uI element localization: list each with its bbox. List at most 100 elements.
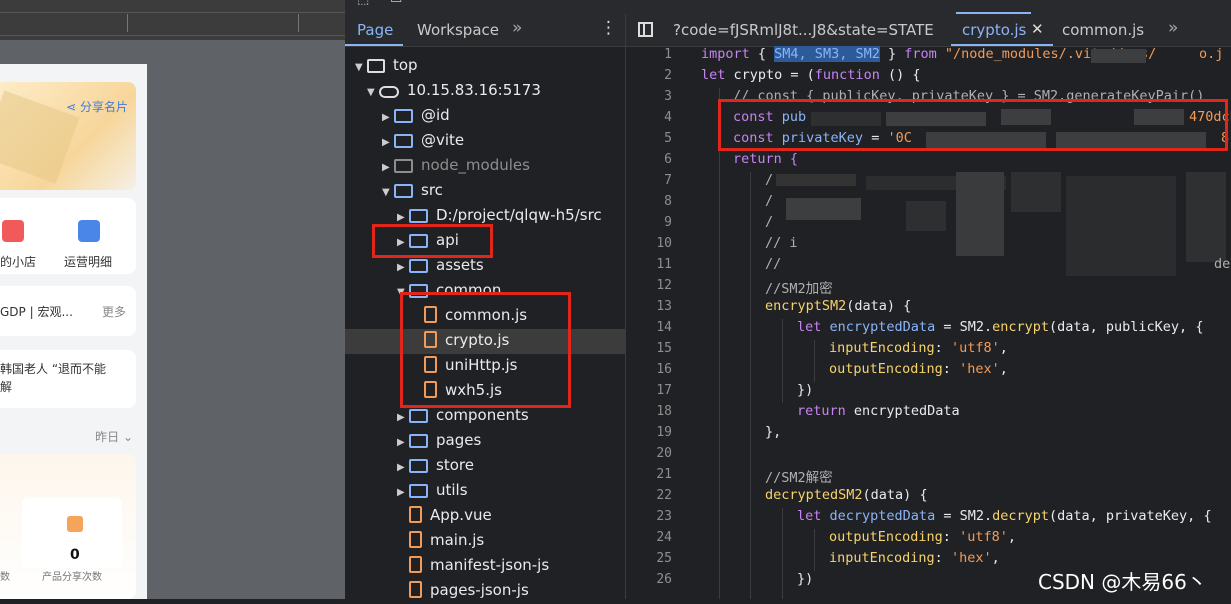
stat-value: 0: [70, 547, 80, 563]
report-icon[interactable]: [78, 220, 100, 242]
more-editor-tabs-icon[interactable]: »: [1168, 18, 1178, 38]
folder-icon: [409, 259, 428, 273]
code-line: let encryptedData = SM2.encrypt(data, pu…: [797, 319, 1204, 335]
code-line: // const { publicKey, privateKey } = SM2…: [733, 88, 1205, 104]
tree-item[interactable]: wxh5.js: [345, 379, 625, 404]
line-number: 19: [656, 425, 672, 440]
tree-item-label: App.vue: [430, 506, 492, 524]
devtools-main-toolbar: ⬚ ▭: [345, 0, 1231, 15]
expand-arrow-icon[interactable]: ▶: [397, 462, 409, 473]
code-line: import { SM4, SM3, SM2 } from "/node_mod…: [701, 46, 1157, 62]
share-card-button[interactable]: ⋖ 分享名片: [66, 98, 128, 115]
expand-arrow-icon[interactable]: ▶: [382, 162, 394, 173]
tree-item[interactable]: ▶ pages: [345, 429, 625, 454]
tree-item[interactable]: ▼ 10.15.83.16:5173: [345, 79, 625, 104]
device-icon[interactable]: ▭: [390, 0, 402, 7]
tree-item[interactable]: manifest-json-js: [345, 554, 625, 579]
news-item[interactable]: 韩国老人 “退而不能 解: [0, 350, 136, 408]
folder-icon: [394, 134, 413, 148]
expand-arrow-icon[interactable]: ▶: [397, 437, 409, 448]
more-options-icon[interactable]: ⋮: [600, 18, 617, 38]
toggle-sidebar-icon[interactable]: [638, 22, 653, 37]
tree-item-label: uniHttp.js: [445, 356, 518, 374]
collapse-arrow-icon[interactable]: ▼: [397, 287, 409, 298]
line-number: 26: [656, 572, 672, 587]
tree-item-label: @vite: [421, 131, 465, 149]
code-line: const pub: [733, 109, 807, 125]
folder-icon: [409, 434, 428, 448]
tab-html-page[interactable]: ?code=fJSRmlJ8t...J8&state=STATE: [673, 21, 934, 39]
code-line: encryptSM2(data) {: [765, 298, 912, 314]
tree-item[interactable]: ▶ @id: [345, 104, 625, 129]
tree-item-label: assets: [436, 256, 484, 274]
tab-workspace[interactable]: Workspace: [417, 21, 499, 39]
tree-item-label: node_modules: [421, 156, 530, 174]
tree-item[interactable]: ▶ D:/project/qlqw-h5/src: [345, 204, 625, 229]
folder-icon: [409, 459, 428, 473]
shortcut-label-ops: 运营明细: [64, 255, 113, 269]
tree-item[interactable]: ▶ components: [345, 404, 625, 429]
folder-icon: [409, 234, 428, 248]
expand-arrow-icon[interactable]: ▶: [382, 112, 394, 123]
tree-item[interactable]: App.vue: [345, 504, 625, 529]
collapse-arrow-icon[interactable]: ▼: [382, 187, 394, 198]
tree-item[interactable]: ▼ src: [345, 179, 625, 204]
shortcut-grid: 的小店 运营明细: [0, 198, 136, 274]
file-icon: [409, 581, 422, 598]
news-item[interactable]: GDP | 宏观... 更多: [0, 286, 136, 336]
shortcut-label-shop: 的小店: [0, 255, 37, 269]
tree-item-label: src: [421, 181, 443, 199]
file-icon: [424, 331, 437, 348]
more-tabs-icon[interactable]: »: [512, 18, 522, 38]
line-number: 17: [656, 383, 672, 398]
tree-item-label: pages-json-js: [430, 581, 529, 599]
line-number: 3: [664, 89, 672, 104]
tree-item[interactable]: ▶ api: [345, 229, 625, 254]
tree-item[interactable]: pages-json-js: [345, 579, 625, 604]
line-number: 20: [656, 446, 672, 461]
tree-item[interactable]: ▶ node_modules: [345, 154, 625, 179]
tab-common-js[interactable]: common.js: [1062, 21, 1144, 39]
tree-item[interactable]: ▼ top: [345, 54, 625, 79]
more-link[interactable]: 更多: [102, 303, 126, 320]
tree-item[interactable]: ▶ store: [345, 454, 625, 479]
tree-item[interactable]: ▶ @vite: [345, 129, 625, 154]
tree-item[interactable]: ▶ utils: [345, 479, 625, 504]
line-number: 23: [656, 509, 672, 524]
code-area[interactable]: 1 2 3 4 5 6 7 8 9 10 11 12 13 14 15 16 17 18 19 20 21 22 23 24 2…: [626, 46, 1231, 599]
tree-item-label: api: [436, 231, 459, 249]
folder-icon: [409, 484, 428, 498]
date-filter[interactable]: 昨日 ⌄: [95, 428, 133, 445]
expand-arrow-icon[interactable]: ▶: [397, 412, 409, 423]
line-number: 6: [664, 152, 672, 167]
line-number: 2: [664, 68, 672, 83]
expand-arrow-icon[interactable]: ▶: [382, 137, 394, 148]
tab-page[interactable]: Page: [357, 21, 393, 39]
expand-arrow-icon[interactable]: ▶: [397, 262, 409, 273]
tree-item[interactable]: ▶ assets: [345, 254, 625, 279]
folder-icon: [394, 109, 413, 123]
expand-arrow-icon[interactable]: ▶: [397, 237, 409, 248]
expand-arrow-icon[interactable]: ▶: [397, 487, 409, 498]
tree-item-label: utils: [436, 481, 468, 499]
expand-arrow-icon[interactable]: ▶: [397, 212, 409, 223]
collapse-arrow-icon[interactable]: ▼: [355, 62, 367, 73]
tree-item[interactable]: ▼ common: [345, 279, 625, 304]
preview-toolbar: [0, 0, 345, 40]
stats-card: 0 数 产品分享次数: [0, 454, 136, 599]
shop-icon[interactable]: [2, 220, 24, 242]
collapse-arrow-icon[interactable]: ▼: [367, 87, 379, 98]
line-number: 13: [656, 299, 672, 314]
tree-item[interactable]: uniHttp.js: [345, 354, 625, 379]
tree-item-label: wxh5.js: [445, 381, 502, 399]
tree-item-label: crypto.js: [445, 331, 510, 349]
tree-item[interactable]: common.js: [345, 304, 625, 329]
tree-item[interactable]: main.js: [345, 529, 625, 554]
inspect-icon[interactable]: ⬚: [357, 0, 369, 7]
tab-crypto-js[interactable]: crypto.js: [962, 21, 1026, 39]
file-icon: [409, 531, 422, 548]
mobile-preview: ⋖ 分享名片 的小店 运营明细 GDP | 宏观... 更多 韩国老人 “退而不…: [0, 0, 345, 599]
line-number: 9: [664, 215, 672, 230]
close-tab-icon[interactable]: ✕: [1031, 20, 1044, 38]
tree-item[interactable]: crypto.js: [345, 329, 625, 354]
